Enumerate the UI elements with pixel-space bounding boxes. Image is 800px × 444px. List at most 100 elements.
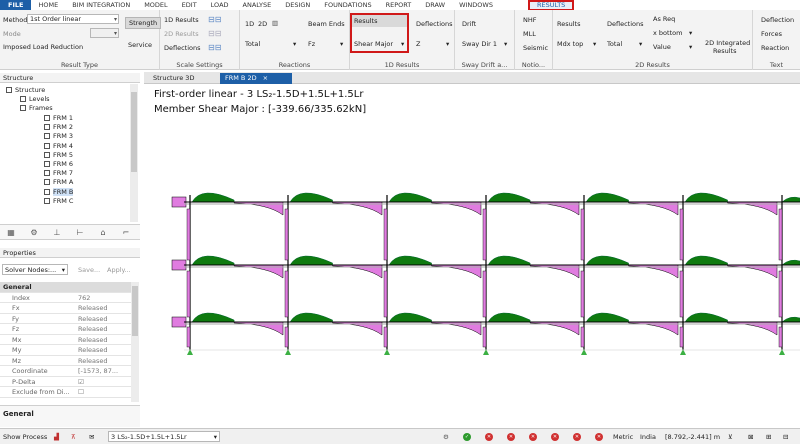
loads-icon[interactable]: ⚙: [29, 228, 39, 238]
tree-item-root[interactable]: Structure: [6, 86, 45, 95]
menu-results[interactable]: RESULTS: [527, 0, 575, 11]
x-bottom-select[interactable]: x bottom: [653, 29, 682, 37]
menu-analyse[interactable]: ANALYSE: [236, 0, 279, 10]
deflections-1d[interactable]: Deflections: [416, 20, 453, 28]
grid-icon[interactable]: ⊞: [766, 433, 771, 441]
menu-windows[interactable]: WINDOWS: [452, 0, 500, 10]
tab-structure-3d[interactable]: Structure 3D: [148, 73, 199, 84]
menu-edit[interactable]: EDIT: [175, 0, 204, 10]
menu-foundations[interactable]: FOUNDATIONS: [317, 0, 378, 10]
method-select[interactable]: 1st Order linear: [27, 14, 119, 24]
as-req-select[interactable]: As Req: [653, 15, 675, 23]
menu-model[interactable]: MODEL: [137, 0, 174, 10]
check-icon[interactable]: ✓: [463, 433, 471, 441]
property-row[interactable]: P-Delta ☑: [0, 377, 139, 387]
text-forces[interactable]: Forces: [761, 30, 782, 38]
region-label[interactable]: India: [640, 433, 656, 441]
x-bottom-dropdown[interactable]: ▾: [689, 29, 692, 37]
tree-scroll-thumb[interactable]: [131, 92, 137, 172]
tree-item-frame[interactable]: FRM 7: [44, 169, 73, 178]
integrated-results-button[interactable]: 2D Integrated: [705, 39, 750, 47]
slider-icon[interactable]: ⊟⊟: [208, 15, 221, 24]
nhf-button[interactable]: NHF: [523, 16, 537, 24]
drift-button[interactable]: Drift: [462, 20, 476, 28]
error-icon[interactable]: ✕: [529, 433, 537, 441]
tree-item-frame[interactable]: FRM C: [44, 197, 73, 206]
property-row[interactable]: Fz Released: [0, 324, 139, 335]
close-icon[interactable]: ×: [263, 74, 268, 82]
deflections-2d-dropdown[interactable]: ▾: [639, 40, 642, 48]
menu-load[interactable]: LOAD: [204, 0, 236, 10]
beam-ends[interactable]: Beam Ends: [308, 20, 345, 28]
supports-icon[interactable]: ⊥: [52, 228, 62, 238]
slider-icon[interactable]: ⊟⊟: [208, 29, 221, 38]
reactions-fz[interactable]: Fz: [308, 40, 315, 48]
text-reaction[interactable]: Reaction: [761, 44, 789, 52]
members-icon[interactable]: ⊢: [75, 228, 85, 238]
combination-select[interactable]: 3 LS₂-1.5D+1.5L+1.5Lr ▾: [108, 431, 220, 442]
reactions-1d[interactable]: 1D: [245, 20, 254, 28]
scale-deflections[interactable]: Deflections: [164, 44, 201, 52]
tree-item-frame[interactable]: FRM 6: [44, 160, 73, 169]
menu-home[interactable]: HOME: [31, 0, 65, 10]
snap-icon[interactable]: ⊠: [748, 433, 753, 441]
apply-button[interactable]: Apply...: [107, 266, 131, 274]
error-icon[interactable]: ✕: [595, 433, 603, 441]
sway-dir-select[interactable]: Sway Dir 1: [462, 40, 497, 48]
property-row[interactable]: Fy Released: [0, 314, 139, 324]
tab-frm-b-2d[interactable]: FRM B 2D ×: [220, 73, 292, 84]
tree-item-frame[interactable]: FRM 4: [44, 142, 73, 151]
property-row[interactable]: Index 762: [0, 293, 139, 303]
deflections-2d[interactable]: Deflections: [607, 20, 644, 28]
value-dropdown[interactable]: ▾: [689, 43, 692, 51]
menu-bim-integration[interactable]: BIM INTEGRATION: [65, 0, 137, 10]
layers-icon[interactable]: ⊟: [783, 433, 788, 441]
properties-section-general[interactable]: General: [0, 282, 139, 293]
value-select[interactable]: Value: [653, 43, 671, 51]
menu-file[interactable]: FILE: [0, 0, 32, 10]
mdx-top-select[interactable]: Mdx top: [557, 40, 583, 48]
property-row[interactable]: My Released: [0, 345, 139, 356]
tree-item-frame[interactable]: FRM 2: [44, 123, 73, 132]
deflections-1d-z[interactable]: Z: [416, 40, 420, 48]
property-row[interactable]: Fx Released: [0, 303, 139, 314]
property-row[interactable]: Exclude from Di... ☐: [0, 387, 139, 398]
tree-item-frame[interactable]: FRM A: [44, 178, 73, 187]
tree-item-frame[interactable]: FRM 1: [44, 114, 73, 123]
error-icon[interactable]: ✕: [507, 433, 515, 441]
mail-icon[interactable]: ✉: [89, 433, 94, 441]
sway-dir-dropdown[interactable]: ▾: [504, 40, 507, 48]
menu-draw[interactable]: DRAW: [418, 0, 452, 10]
tree-scrollbar[interactable]: [130, 84, 138, 222]
tree-item-frame[interactable]: FRM B: [44, 187, 74, 197]
structure-icon[interactable]: ▦: [6, 228, 16, 238]
mode-select[interactable]: [90, 28, 119, 38]
tree-item-frames[interactable]: Frames: [20, 104, 53, 113]
error-icon[interactable]: ✕: [485, 433, 493, 441]
results-canvas[interactable]: First-order linear - 3 LS₂-1.5D+1.5L+1.5…: [144, 85, 800, 428]
show-process[interactable]: Show Process: [3, 433, 47, 441]
property-row[interactable]: Mx Released: [0, 335, 139, 345]
property-row[interactable]: Coordinate [-1573, 87...: [0, 366, 139, 377]
lock-icon[interactable]: ⌂: [98, 228, 108, 238]
error-icon[interactable]: ✕: [551, 433, 559, 441]
seismic-button[interactable]: Seismic: [523, 44, 548, 52]
axes-icon[interactable]: ⌐: [121, 228, 131, 238]
filter-icon[interactable]: ⊼: [71, 433, 76, 441]
units-label[interactable]: Metric: [613, 433, 633, 441]
axes-icon[interactable]: ⊻: [728, 433, 733, 441]
mdx-top-dropdown[interactable]: ▾: [593, 40, 596, 48]
save-button[interactable]: Save...: [78, 266, 100, 274]
reactions-fz-dropdown[interactable]: ▾: [340, 40, 343, 48]
solver-nodes-select[interactable]: Solver Nodes:... ▾: [2, 264, 68, 275]
imposed-load-reduction[interactable]: Imposed Load Reduction: [3, 43, 83, 51]
deflections-2d-total[interactable]: Total: [607, 40, 622, 48]
menu-report[interactable]: REPORT: [379, 0, 419, 10]
reactions-2d[interactable]: 2D: [258, 20, 267, 28]
properties-scrollbar[interactable]: [131, 282, 139, 402]
reactions-total[interactable]: Total: [245, 40, 260, 48]
text-deflection[interactable]: Deflection: [761, 16, 794, 24]
tree-item-levels[interactable]: Levels: [20, 95, 50, 104]
frame-diagram[interactable]: [144, 85, 800, 428]
chart-icon[interactable]: ▟: [54, 433, 59, 441]
